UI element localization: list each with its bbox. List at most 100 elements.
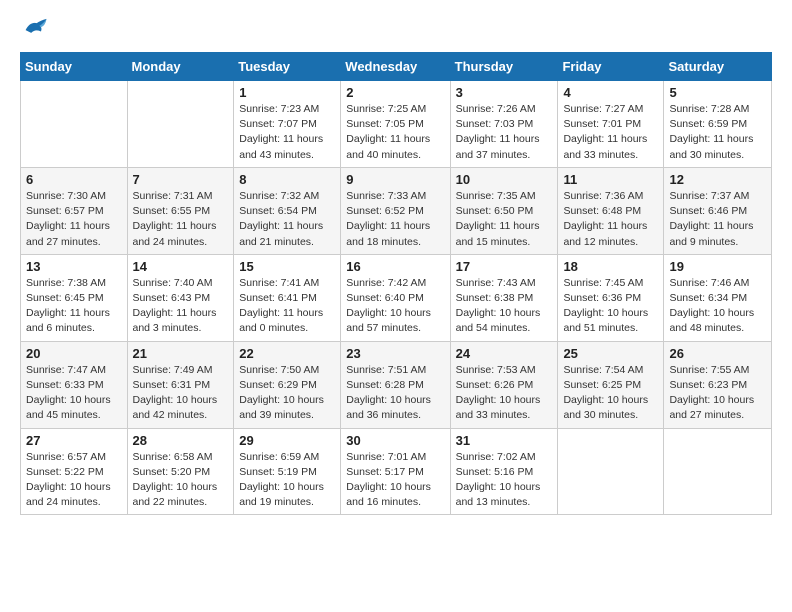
header-day-monday: Monday	[127, 53, 234, 81]
calendar-cell: 29 Sunrise: 6:59 AM Sunset: 5:19 PM Dayli…	[234, 428, 341, 515]
day-number: 16	[346, 259, 444, 274]
calendar-cell: 6 Sunrise: 7:30 AM Sunset: 6:57 PM Daylig…	[21, 167, 128, 254]
day-info: Sunrise: 7:43 AM Sunset: 6:38 PM Dayligh…	[456, 276, 553, 337]
calendar-cell: 23 Sunrise: 7:51 AM Sunset: 6:28 PM Dayli…	[341, 341, 450, 428]
day-info: Sunrise: 7:50 AM Sunset: 6:29 PM Dayligh…	[239, 363, 335, 424]
day-info: Sunrise: 7:46 AM Sunset: 6:34 PM Dayligh…	[669, 276, 766, 337]
day-number: 29	[239, 433, 335, 448]
calendar-cell: 1 Sunrise: 7:23 AM Sunset: 7:07 PM Daylig…	[234, 81, 341, 168]
header-day-thursday: Thursday	[450, 53, 558, 81]
day-number: 12	[669, 172, 766, 187]
page: SundayMondayTuesdayWednesdayThursdayFrid…	[0, 0, 792, 531]
header-day-wednesday: Wednesday	[341, 53, 450, 81]
day-info: Sunrise: 7:36 AM Sunset: 6:48 PM Dayligh…	[563, 189, 658, 250]
day-info: Sunrise: 7:28 AM Sunset: 6:59 PM Dayligh…	[669, 102, 766, 163]
header-day-sunday: Sunday	[21, 53, 128, 81]
header-day-friday: Friday	[558, 53, 664, 81]
calendar-cell	[21, 81, 128, 168]
logo	[20, 16, 52, 40]
day-number: 4	[563, 85, 658, 100]
calendar-cell: 22 Sunrise: 7:50 AM Sunset: 6:29 PM Dayli…	[234, 341, 341, 428]
calendar-cell: 5 Sunrise: 7:28 AM Sunset: 6:59 PM Daylig…	[664, 81, 772, 168]
day-info: Sunrise: 6:59 AM Sunset: 5:19 PM Dayligh…	[239, 450, 335, 511]
day-info: Sunrise: 7:54 AM Sunset: 6:25 PM Dayligh…	[563, 363, 658, 424]
calendar-body: 1 Sunrise: 7:23 AM Sunset: 7:07 PM Daylig…	[21, 81, 772, 515]
calendar-cell: 2 Sunrise: 7:25 AM Sunset: 7:05 PM Daylig…	[341, 81, 450, 168]
day-number: 28	[133, 433, 229, 448]
calendar-cell: 10Sunrise: 7:35 AM Sunset: 6:50 PM Dayli…	[450, 167, 558, 254]
day-number: 11	[563, 172, 658, 187]
calendar-cell: 4 Sunrise: 7:27 AM Sunset: 7:01 PM Daylig…	[558, 81, 664, 168]
day-number: 8	[239, 172, 335, 187]
week-row-4: 20 Sunrise: 7:47 AM Sunset: 6:33 PM Dayli…	[21, 341, 772, 428]
day-number: 19	[669, 259, 766, 274]
day-info: Sunrise: 7:01 AM Sunset: 5:17 PM Dayligh…	[346, 450, 444, 511]
calendar-cell: 27 Sunrise: 6:57 AM Sunset: 5:22 PM Dayli…	[21, 428, 128, 515]
day-info: Sunrise: 7:45 AM Sunset: 6:36 PM Dayligh…	[563, 276, 658, 337]
day-number: 24	[456, 346, 553, 361]
week-row-5: 27 Sunrise: 6:57 AM Sunset: 5:22 PM Dayli…	[21, 428, 772, 515]
day-info: Sunrise: 7:49 AM Sunset: 6:31 PM Dayligh…	[133, 363, 229, 424]
calendar-cell: 12 Sunrise: 7:37 AM Sunset: 6:46 PM Dayli…	[664, 167, 772, 254]
day-info: Sunrise: 7:38 AM Sunset: 6:45 PM Dayligh…	[26, 276, 122, 337]
calendar-cell: 28 Sunrise: 6:58 AM Sunset: 5:20 PM Dayli…	[127, 428, 234, 515]
day-number: 25	[563, 346, 658, 361]
calendar-cell	[664, 428, 772, 515]
day-info: Sunrise: 7:47 AM Sunset: 6:33 PM Dayligh…	[26, 363, 122, 424]
calendar-header: SundayMondayTuesdayWednesdayThursdayFrid…	[21, 53, 772, 81]
day-info: Sunrise: 7:31 AM Sunset: 6:55 PM Dayligh…	[133, 189, 229, 250]
calendar-cell: 16Sunrise: 7:42 AM Sunset: 6:40 PM Dayli…	[341, 254, 450, 341]
day-number: 14	[133, 259, 229, 274]
calendar-cell: 7Sunrise: 7:31 AM Sunset: 6:55 PM Daylig…	[127, 167, 234, 254]
day-number: 3	[456, 85, 553, 100]
day-info: Sunrise: 7:40 AM Sunset: 6:43 PM Dayligh…	[133, 276, 229, 337]
day-number: 13	[26, 259, 122, 274]
day-number: 5	[669, 85, 766, 100]
day-number: 27	[26, 433, 122, 448]
logo-bird-icon	[20, 16, 48, 40]
day-number: 1	[239, 85, 335, 100]
day-number: 31	[456, 433, 553, 448]
calendar-cell: 13 Sunrise: 7:38 AM Sunset: 6:45 PM Dayli…	[21, 254, 128, 341]
day-info: Sunrise: 7:32 AM Sunset: 6:54 PM Dayligh…	[239, 189, 335, 250]
day-info: Sunrise: 7:25 AM Sunset: 7:05 PM Dayligh…	[346, 102, 444, 163]
day-info: Sunrise: 7:33 AM Sunset: 6:52 PM Dayligh…	[346, 189, 444, 250]
header-day-tuesday: Tuesday	[234, 53, 341, 81]
day-info: Sunrise: 7:23 AM Sunset: 7:07 PM Dayligh…	[239, 102, 335, 163]
week-row-1: 1 Sunrise: 7:23 AM Sunset: 7:07 PM Daylig…	[21, 81, 772, 168]
day-number: 18	[563, 259, 658, 274]
calendar-cell: 24Sunrise: 7:53 AM Sunset: 6:26 PM Dayli…	[450, 341, 558, 428]
day-number: 20	[26, 346, 122, 361]
calendar-cell: 20 Sunrise: 7:47 AM Sunset: 6:33 PM Dayli…	[21, 341, 128, 428]
week-row-2: 6 Sunrise: 7:30 AM Sunset: 6:57 PM Daylig…	[21, 167, 772, 254]
header-row: SundayMondayTuesdayWednesdayThursdayFrid…	[21, 53, 772, 81]
day-info: Sunrise: 7:30 AM Sunset: 6:57 PM Dayligh…	[26, 189, 122, 250]
calendar-cell: 19 Sunrise: 7:46 AM Sunset: 6:34 PM Dayli…	[664, 254, 772, 341]
day-info: Sunrise: 7:27 AM Sunset: 7:01 PM Dayligh…	[563, 102, 658, 163]
calendar-cell: 31Sunrise: 7:02 AM Sunset: 5:16 PM Dayli…	[450, 428, 558, 515]
calendar-cell: 30Sunrise: 7:01 AM Sunset: 5:17 PM Dayli…	[341, 428, 450, 515]
day-number: 6	[26, 172, 122, 187]
day-number: 10	[456, 172, 553, 187]
calendar-cell: 26Sunrise: 7:55 AM Sunset: 6:23 PM Dayli…	[664, 341, 772, 428]
day-number: 26	[669, 346, 766, 361]
day-info: Sunrise: 7:37 AM Sunset: 6:46 PM Dayligh…	[669, 189, 766, 250]
calendar-cell: 3Sunrise: 7:26 AM Sunset: 7:03 PM Daylig…	[450, 81, 558, 168]
day-number: 21	[133, 346, 229, 361]
calendar-cell: 21 Sunrise: 7:49 AM Sunset: 6:31 PM Dayli…	[127, 341, 234, 428]
calendar-cell	[558, 428, 664, 515]
day-info: Sunrise: 6:58 AM Sunset: 5:20 PM Dayligh…	[133, 450, 229, 511]
calendar-cell: 25 Sunrise: 7:54 AM Sunset: 6:25 PM Dayli…	[558, 341, 664, 428]
day-info: Sunrise: 6:57 AM Sunset: 5:22 PM Dayligh…	[26, 450, 122, 511]
day-number: 2	[346, 85, 444, 100]
day-number: 17	[456, 259, 553, 274]
day-info: Sunrise: 7:41 AM Sunset: 6:41 PM Dayligh…	[239, 276, 335, 337]
calendar-cell: 9Sunrise: 7:33 AM Sunset: 6:52 PM Daylig…	[341, 167, 450, 254]
calendar-cell: 8 Sunrise: 7:32 AM Sunset: 6:54 PM Daylig…	[234, 167, 341, 254]
week-row-3: 13 Sunrise: 7:38 AM Sunset: 6:45 PM Dayli…	[21, 254, 772, 341]
calendar-cell: 11 Sunrise: 7:36 AM Sunset: 6:48 PM Dayli…	[558, 167, 664, 254]
day-info: Sunrise: 7:51 AM Sunset: 6:28 PM Dayligh…	[346, 363, 444, 424]
day-number: 22	[239, 346, 335, 361]
day-number: 23	[346, 346, 444, 361]
calendar-cell: 17 Sunrise: 7:43 AM Sunset: 6:38 PM Dayli…	[450, 254, 558, 341]
